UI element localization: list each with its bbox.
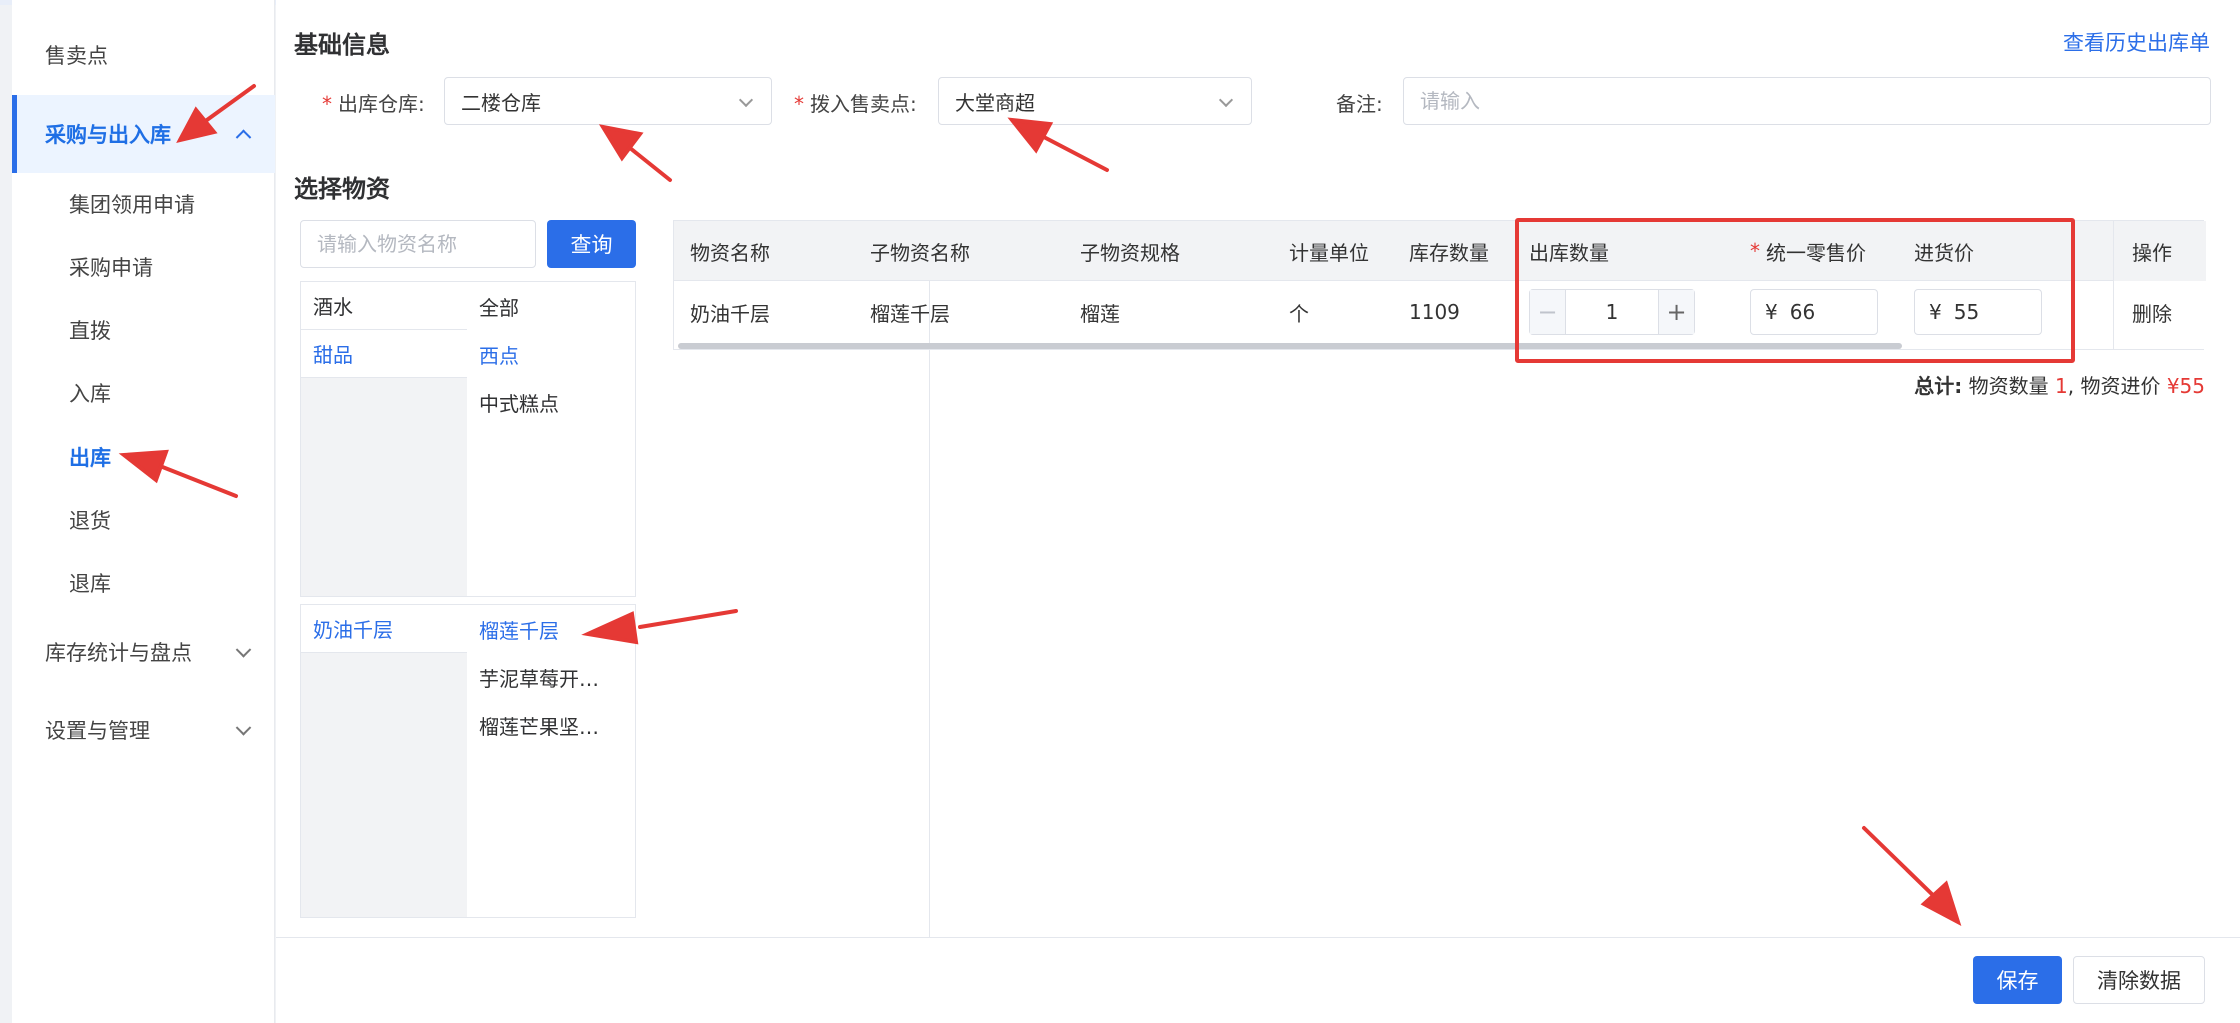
category-item[interactable]: 酒水 (301, 282, 467, 330)
sidebar: 售卖点 采购与出入库 集团领用申请 采购申请 直拨 入库 出库 退货 退库 库存… (12, 0, 275, 1023)
cell-sub-name: 榴莲千层 (870, 301, 950, 326)
sidebar-group-label: 采购与出入库 (45, 123, 171, 147)
category-panel: 酒水 甜品 全部 西点 中式糕点 (300, 281, 636, 597)
warehouse-select[interactable]: 二楼仓库 (444, 77, 772, 125)
retail-price-value: 66 (1789, 300, 1816, 324)
currency-symbol: ¥ (1765, 300, 1778, 324)
sidebar-item-return[interactable]: 退货 (12, 488, 275, 551)
sidebar-item-label: 直拨 (69, 318, 111, 343)
subcategory-item[interactable]: 全部 (467, 282, 635, 330)
cell-stock: 1109 (1409, 300, 1460, 324)
clear-data-button[interactable]: 清除数据 (2073, 956, 2205, 1004)
outlet-label: * 拨入售卖点: (794, 92, 917, 116)
sidebar-item-group-request[interactable]: 集团领用申请 (12, 172, 275, 235)
action-column: 操作 操作 删除 (2113, 221, 2206, 349)
remark-label: 备注: (1336, 92, 1383, 116)
column-header: 子物资规格 (1080, 240, 1180, 265)
sub-material-item[interactable]: 芋泥草莓开… (467, 653, 635, 701)
sidebar-item-purchase-request[interactable]: 采购申请 (12, 235, 275, 298)
sidebar-item-label: 集团领用申请 (69, 192, 195, 217)
search-button[interactable]: 查询 (547, 220, 636, 268)
chevron-up-icon (235, 129, 252, 146)
material-panel: 奶油千层 榴莲千层 芋泥草莓开… 榴莲芒果坚… (300, 604, 636, 918)
warehouse-value: 二楼仓库 (461, 90, 541, 115)
main-panel: 基础信息 查看历史出库单 * 出库仓库: 二楼仓库 * 拨入售卖点: 大堂商超 备注… (276, 0, 2240, 1023)
cell-name: 奶油千层 (690, 301, 770, 326)
sidebar-group-label: 设置与管理 (45, 719, 150, 743)
purchase-price-input[interactable]: ¥55 (1914, 289, 2042, 335)
sidebar-item-outlet[interactable]: 售卖点 (12, 16, 275, 94)
total-summary: 总计: 物资数量 1, 物资进价 ¥55 (1914, 374, 2205, 398)
sidebar-item-label: 入库 (69, 381, 111, 406)
table-header: 物资名称 子物资名称 子物资规格 计量单位 库存数量 出库数量 * 统一零售价 进… (674, 221, 2203, 281)
sidebar-group-label: 库存统计与盘点 (45, 641, 192, 665)
sidebar-item-label: 售卖点 (45, 44, 108, 68)
sidebar-item-label: 退货 (69, 508, 111, 533)
currency-symbol: ¥ (1929, 300, 1942, 324)
history-link[interactable]: 查看历史出库单 (2063, 27, 2210, 57)
minus-icon[interactable]: − (1530, 290, 1566, 334)
column-header: * 统一零售价 (1750, 239, 1866, 265)
chevron-down-icon (235, 642, 252, 658)
sub-material-item[interactable]: 榴莲千层 (467, 605, 635, 653)
quantity-stepper[interactable]: − 1 + (1529, 289, 1695, 335)
sidebar-item-return-stock[interactable]: 退库 (12, 551, 275, 614)
outlet-select[interactable]: 大堂商超 (938, 77, 1252, 125)
warehouse-label: * 出库仓库: (322, 92, 425, 116)
section-title-basic: 基础信息 (294, 31, 390, 59)
outlet-value: 大堂商超 (955, 90, 1035, 115)
column-header: 进货价 (1914, 240, 1974, 265)
column-header: 物资名称 (690, 240, 770, 265)
cell-spec: 榴莲 (1080, 301, 1120, 326)
remark-input[interactable] (1403, 77, 2211, 125)
chevron-down-icon (1218, 92, 1234, 108)
sidebar-item-label: 退库 (69, 571, 111, 596)
quantity-value[interactable]: 1 (1566, 290, 1658, 334)
sidebar-item-inbound[interactable]: 入库 (12, 361, 275, 424)
sidebar-item-label: 采购申请 (69, 255, 153, 280)
column-header: 子物资名称 (870, 240, 970, 265)
category-item[interactable]: 甜品 (301, 330, 467, 378)
footer-divider (276, 937, 2240, 938)
cell-unit: 个 (1289, 301, 1309, 326)
column-header: 库存数量 (1409, 240, 1489, 265)
purchase-price-value: 55 (1953, 300, 1980, 324)
sidebar-item-direct[interactable]: 直拨 (12, 298, 275, 361)
column-header: 出库数量 (1529, 240, 1609, 265)
action-header: 操作 (2132, 240, 2172, 265)
sidebar-group-inventory[interactable]: 库存统计与盘点 (12, 613, 275, 691)
sub-material-item[interactable]: 榴莲芒果坚… (467, 701, 635, 749)
horizontal-scrollbar[interactable] (678, 343, 1902, 349)
sidebar-item-outbound[interactable]: 出库 (12, 425, 275, 488)
section-title-select: 选择物资 (294, 175, 390, 203)
save-button[interactable]: 保存 (1973, 956, 2062, 1004)
plus-icon[interactable]: + (1658, 290, 1694, 334)
sidebar-item-label: 出库 (69, 445, 111, 470)
material-item[interactable]: 奶油千层 (301, 605, 467, 653)
chevron-down-icon (235, 720, 252, 736)
material-search-input[interactable] (300, 220, 536, 268)
retail-price-input[interactable]: ¥66 (1750, 289, 1878, 335)
subcategory-item[interactable]: 中式糕点 (467, 378, 635, 426)
sidebar-group-purchase[interactable]: 采购与出入库 (12, 95, 275, 173)
sidebar-group-settings[interactable]: 设置与管理 (12, 691, 275, 769)
material-table: 物资名称 子物资名称 子物资规格 计量单位 库存数量 出库数量 * 统一零售价 进… (673, 220, 2206, 350)
delete-link[interactable]: 删除 (2132, 281, 2172, 343)
column-header: 计量单位 (1289, 240, 1369, 265)
chevron-down-icon (738, 92, 754, 108)
subcategory-item[interactable]: 西点 (467, 330, 635, 378)
